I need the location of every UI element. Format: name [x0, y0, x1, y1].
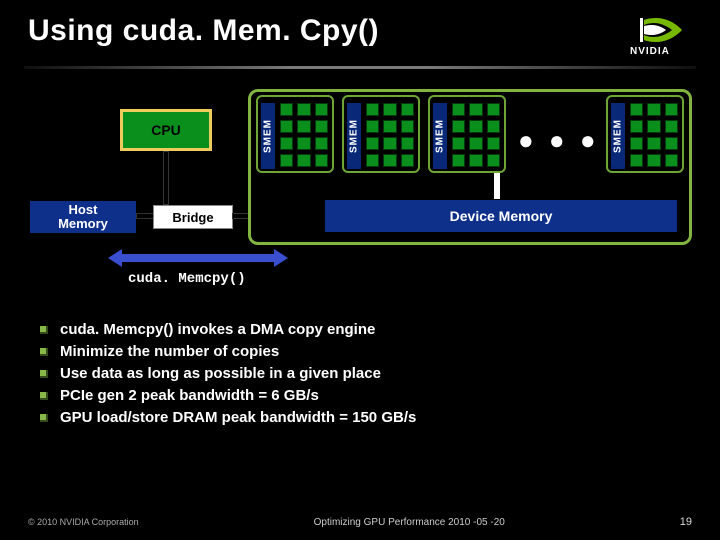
list-item: cuda. Memcpy() invokes a DMA copy engine [40, 321, 680, 338]
logo-text: NVIDIA [630, 46, 670, 56]
sm-block: SMEM [256, 95, 334, 173]
cores-grid [630, 103, 678, 167]
page-title: Using cuda. Mem. Cpy() [28, 14, 379, 48]
footer: © 2010 NVIDIA Corporation Optimizing GPU… [0, 516, 720, 528]
smem-label: SMEM [433, 103, 447, 169]
bus-host-bridge [136, 213, 154, 219]
cpu-box: CPU [120, 109, 212, 151]
sm-block: SMEM [428, 95, 506, 173]
smem-label: SMEM [347, 103, 361, 169]
list-item: PCIe gen 2 peak bandwidth = 6 GB/s [40, 387, 680, 404]
smem-label: SMEM [611, 103, 625, 169]
bus-sm-devmem [494, 173, 500, 199]
cores-grid [280, 103, 328, 167]
list-item: Use data as long as possible in a given … [40, 365, 680, 382]
bridge-box: Bridge [153, 205, 233, 229]
footer-center: Optimizing GPU Performance 2010 -05 -20 [314, 517, 505, 528]
nvidia-eye-icon: NVIDIA [622, 16, 690, 56]
device-memory-box: Device Memory [324, 199, 678, 233]
function-label: cuda. Memcpy() [128, 271, 246, 287]
bullet-list: cuda. Memcpy() invokes a DMA copy engine… [40, 321, 680, 426]
copyright-text: © 2010 NVIDIA Corporation [28, 517, 139, 527]
title-bar: Using cuda. Mem. Cpy() NVIDIA [0, 0, 720, 62]
sm-block: SMEM [606, 95, 684, 173]
list-item: Minimize the number of copies [40, 343, 680, 360]
sm-block: SMEM [342, 95, 420, 173]
cores-grid [452, 103, 500, 167]
nvidia-logo: NVIDIA [622, 16, 690, 56]
smem-label: SMEM [261, 103, 275, 169]
divider [24, 66, 696, 69]
cores-grid [366, 103, 414, 167]
double-arrow-icon [108, 249, 288, 267]
bus-cpu-bridge [163, 151, 169, 205]
page-number: 19 [680, 516, 692, 528]
slide: Using cuda. Mem. Cpy() NVIDIA CPU Host M… [0, 0, 720, 540]
list-item: GPU load/store DRAM peak bandwidth = 150… [40, 409, 680, 426]
host-memory-box: Host Memory [28, 199, 138, 235]
architecture-diagram: CPU Host Memory Bridge PCIe SMEM SMEM [28, 89, 692, 299]
